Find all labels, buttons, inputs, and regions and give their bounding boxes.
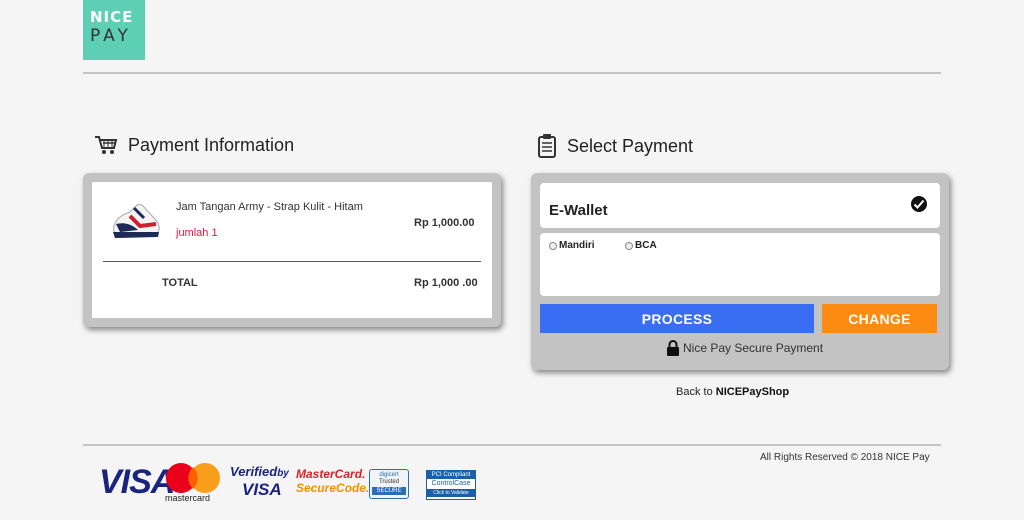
verified-visa-text: VISA (242, 480, 282, 499)
bank-options-box (540, 233, 940, 296)
back-to-shop-link[interactable]: NICEPayShop (716, 386, 789, 398)
product-quantity: jumlah 1 (176, 227, 218, 239)
total-value: Rp 1,000 .00 (414, 277, 478, 289)
mastercard-text: mastercard (165, 493, 211, 503)
ewallet-label: E-Wallet (549, 202, 608, 219)
controlcase-text: ControlCase (431, 480, 471, 487)
receipt-icon (537, 134, 557, 158)
header-divider (83, 72, 941, 74)
mastercard-logo: mastercard (162, 462, 224, 503)
securecode-line-2: SecureCode. (296, 481, 370, 495)
secure-payment-label: Nice Pay Secure Payment (683, 341, 824, 355)
lock-icon (666, 340, 680, 356)
radio-label-mandiri: Mandiri (559, 240, 595, 251)
verified-by-text: by (277, 468, 289, 479)
radio-label-bca: BCA (635, 240, 657, 251)
radio-circle[interactable] (549, 241, 557, 250)
mastercard-securecode-logo: MasterCard. SecureCode. (296, 467, 370, 496)
nicepay-logo[interactable]: NICE PAY (83, 0, 145, 60)
summary-divider (103, 261, 481, 262)
digicert-text: digicert (379, 472, 399, 478)
digicert-seal: digicert Trusted SECURE (369, 469, 409, 499)
back-prefix: Back to (676, 386, 716, 398)
radio-circle[interactable] (625, 241, 633, 250)
radio-option-bca[interactable]: BCA (625, 240, 657, 251)
product-name: Jam Tangan Army - Strap Kulit - Hitam (176, 201, 363, 213)
secure-payment-note: Nice Pay Secure Payment (666, 340, 823, 356)
pci-compliant-seal: PCI Compliant ControlCase Click to Valid… (426, 470, 476, 500)
digicert-trusted-text: Trusted (378, 479, 400, 485)
copyright-text: All Rights Reserved © 2018 NICE Pay (760, 452, 930, 463)
product-image (110, 200, 162, 247)
back-link-row: Back to NICEPayShop (676, 386, 789, 398)
validate-text: Click to Validate (427, 489, 475, 497)
pci-text: PCI Compliant (427, 471, 475, 479)
digicert-secure-text: SECURE (372, 487, 406, 495)
verified-by-visa-logo: Verifiedby VISA (230, 464, 289, 499)
select-payment-title: Select Payment (567, 135, 694, 156)
radio-option-mandiri[interactable]: Mandiri (549, 240, 595, 251)
logo-line-1: NICE (90, 8, 134, 26)
payment-info-title: Payment Information (128, 134, 295, 155)
shopping-cart-icon (94, 134, 118, 156)
product-price: Rp 1,000.00 (414, 217, 475, 229)
securecode-line-1: MasterCard. (296, 467, 366, 481)
verified-text: Verified (230, 464, 278, 479)
logo-line-2: PAY (90, 26, 132, 46)
footer-divider (83, 444, 941, 446)
check-circle-icon (910, 195, 928, 218)
select-payment-heading: Select Payment (537, 134, 693, 158)
total-label: TOTAL (162, 277, 198, 289)
payment-info-heading: Payment Information (94, 134, 294, 156)
process-button[interactable]: PROCESS (540, 304, 814, 333)
change-button[interactable]: CHANGE (822, 304, 937, 333)
